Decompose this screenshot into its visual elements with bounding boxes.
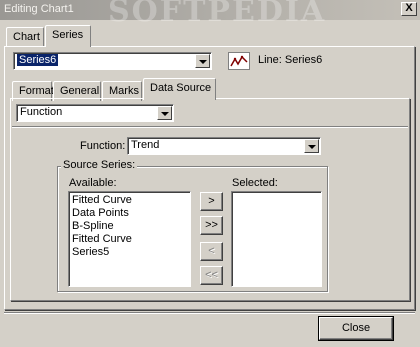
selected-label: Selected: (232, 177, 278, 189)
source-series-group-label: Source Series: (61, 159, 138, 171)
list-item[interactable]: B-Spline (72, 220, 114, 233)
series-name-label: Line: Series6 (258, 54, 323, 66)
function-select[interactable]: Trend (127, 137, 321, 155)
close-window-button[interactable]: X (401, 2, 417, 16)
add-series-button[interactable]: > (200, 192, 223, 211)
available-label: Available: (69, 177, 117, 189)
series-select[interactable]: Series6 (13, 52, 212, 70)
function-select-value: Trend (131, 139, 160, 151)
selected-list[interactable] (231, 191, 322, 287)
available-list[interactable]: Fitted Curve Data Points B-Spline Fitted… (68, 191, 191, 287)
source-type-select[interactable]: Function (16, 104, 174, 122)
remove-series-button[interactable]: < (200, 242, 223, 261)
function-label: Function: (80, 140, 126, 152)
window-title: Editing Chart1 (4, 3, 74, 15)
tab-data-source[interactable]: Data Source (143, 78, 216, 100)
list-item[interactable]: Series5 (72, 246, 109, 259)
separator (12, 126, 408, 128)
tab-series[interactable]: Series (45, 25, 91, 47)
remove-all-series-button[interactable]: << (200, 266, 223, 285)
softpedia-watermark: SOFTPEDIA (108, 0, 327, 29)
add-all-series-button[interactable]: >> (200, 216, 223, 235)
list-item[interactable]: Fitted Curve (72, 233, 132, 246)
list-item[interactable]: Data Points (72, 207, 129, 220)
chevron-down-icon[interactable] (195, 54, 210, 68)
line-chart-icon[interactable] (228, 52, 250, 70)
tab-chart[interactable]: Chart (6, 27, 44, 47)
title-bar[interactable]: Editing Chart1 SOFTPEDIA X (0, 0, 420, 29)
series-select-value: Series6 (17, 54, 59, 66)
chevron-down-icon[interactable] (157, 106, 172, 120)
source-type-value: Function (20, 106, 63, 118)
list-item[interactable]: Fitted Curve (72, 194, 132, 207)
close-button[interactable]: Close (319, 317, 393, 340)
chevron-down-icon[interactable] (304, 139, 319, 153)
footer-separator (4, 312, 415, 314)
